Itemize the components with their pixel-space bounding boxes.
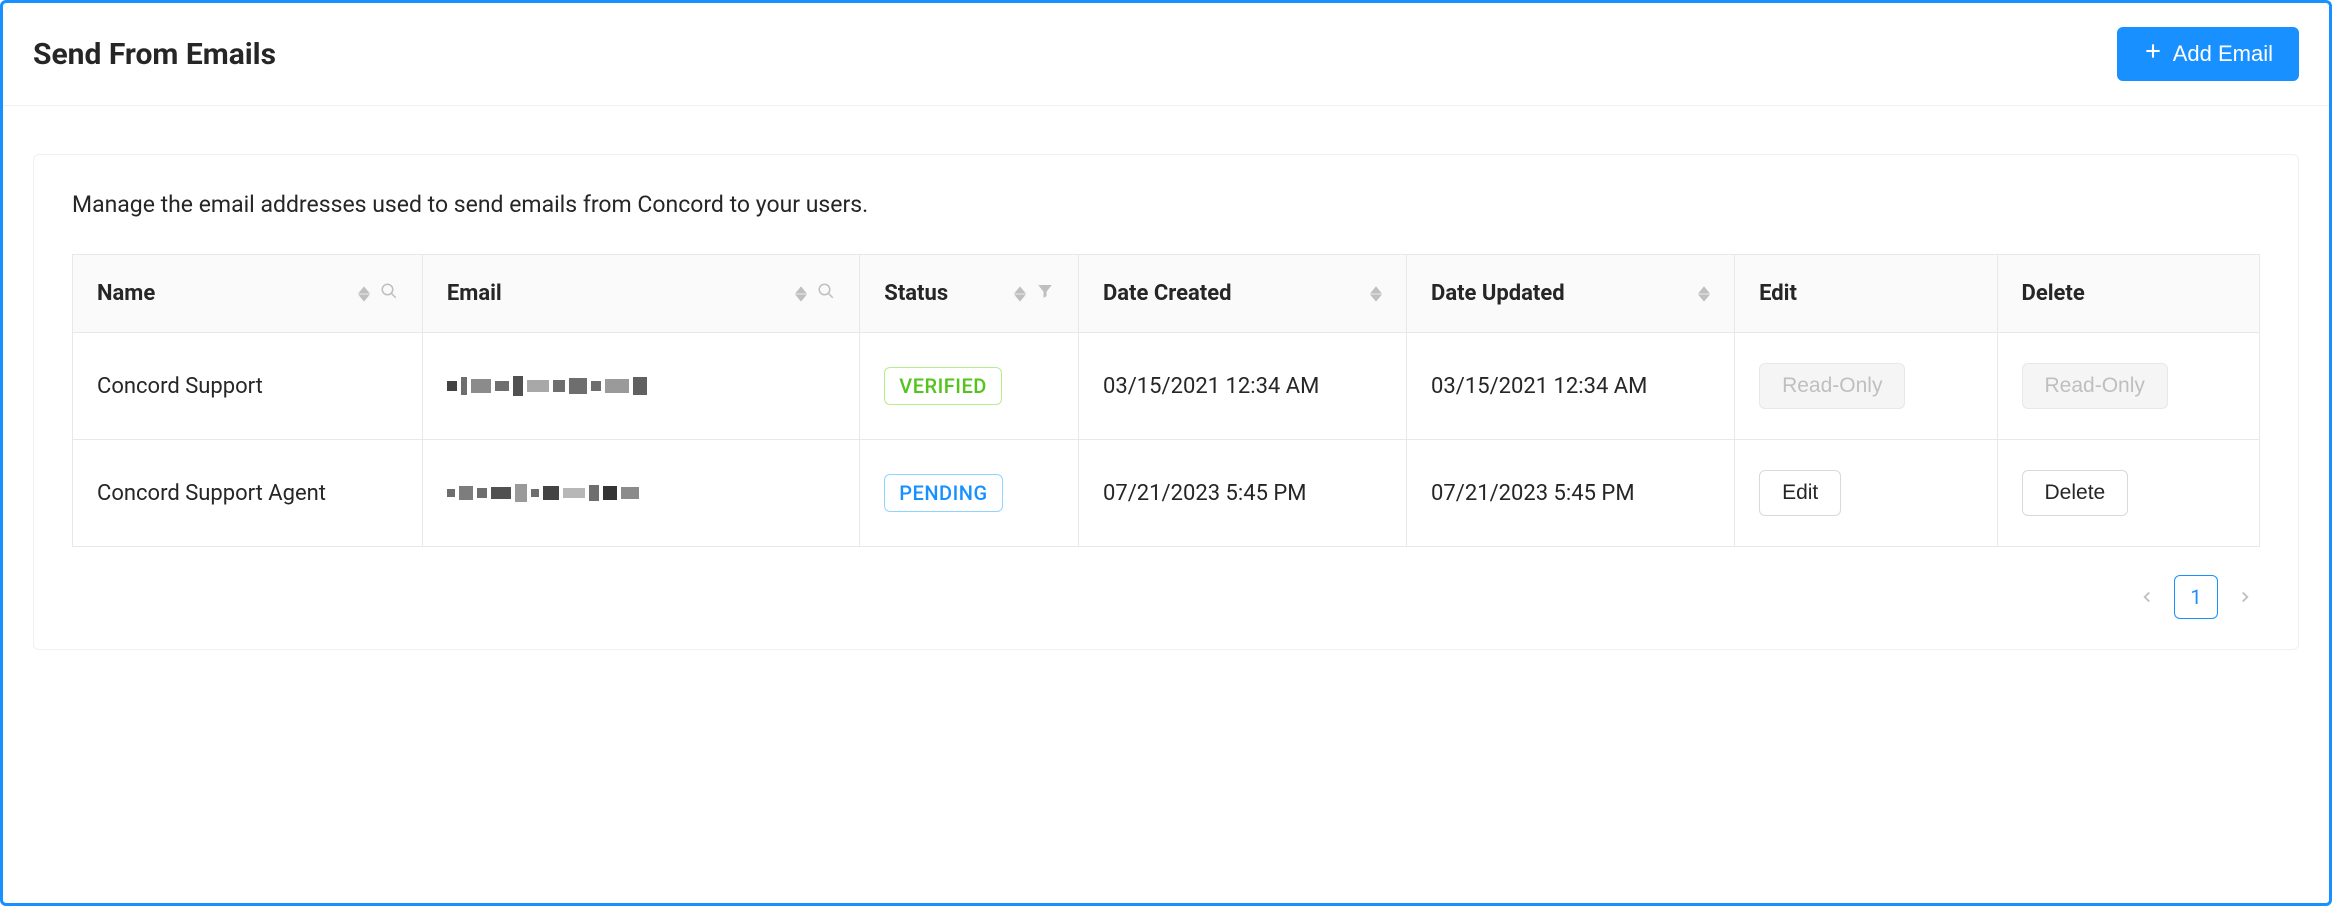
column-header-status[interactable]: Status [860,255,1079,333]
content-card: Manage the email addresses used to send … [33,154,2299,650]
cell-edit: Read-Only [1735,333,1997,440]
table-row: Concord Support [73,333,2260,440]
cell-date-updated: 07/21/2023 5:45 PM [1407,440,1735,547]
sort-icon[interactable] [358,286,370,302]
column-label: Email [447,281,502,306]
cell-email [422,440,859,547]
column-header-date-updated[interactable]: Date Updated [1407,255,1735,333]
status-badge: VERIFIED [884,367,1002,405]
cell-delete: Read-Only [1997,333,2259,440]
sort-icon[interactable] [1370,286,1382,302]
column-label: Name [97,281,155,306]
next-page-button[interactable] [2236,588,2254,606]
column-label: Delete [2022,281,2085,306]
prev-page-button[interactable] [2138,588,2156,606]
add-email-button[interactable]: Add Email [2117,27,2299,81]
page-title: Send From Emails [33,37,276,72]
sort-icon[interactable] [795,286,807,302]
filter-icon[interactable] [1036,281,1054,306]
sort-icon[interactable] [1014,286,1026,302]
cell-name: Concord Support [73,333,423,440]
column-label: Date Created [1103,281,1231,306]
column-header-edit: Edit [1735,255,1997,333]
cell-delete: Delete [1997,440,2259,547]
redacted-email [447,373,747,399]
sort-icon[interactable] [1698,286,1710,302]
status-badge: PENDING [884,474,1002,512]
cell-name: Concord Support Agent [73,440,423,547]
column-header-email[interactable]: Email [422,255,859,333]
pagination: 1 [72,575,2260,619]
column-label: Date Updated [1431,281,1565,306]
delete-button-disabled: Read-Only [2022,363,2168,409]
redacted-email [447,480,747,506]
column-header-date-created[interactable]: Date Created [1078,255,1406,333]
cell-status: PENDING [860,440,1079,547]
cell-email [422,333,859,440]
cell-date-created: 03/15/2021 12:34 AM [1078,333,1406,440]
search-icon[interactable] [380,281,398,306]
emails-table: Name Email [72,254,2260,547]
column-label: Edit [1759,281,1797,306]
edit-button-disabled: Read-Only [1759,363,1905,409]
page-number-current[interactable]: 1 [2174,575,2218,619]
table-row: Concord Support Agent [73,440,2260,547]
edit-button[interactable]: Edit [1759,470,1841,516]
delete-button[interactable]: Delete [2022,470,2129,516]
description-text: Manage the email addresses used to send … [72,191,2260,218]
cell-date-updated: 03/15/2021 12:34 AM [1407,333,1735,440]
search-icon[interactable] [817,281,835,306]
cell-status: VERIFIED [860,333,1079,440]
add-email-button-label: Add Email [2173,41,2273,67]
column-header-name[interactable]: Name [73,255,423,333]
plus-icon [2143,41,2163,67]
column-header-delete: Delete [1997,255,2259,333]
column-label: Status [884,281,948,306]
page-header: Send From Emails Add Email [3,3,2329,106]
cell-date-created: 07/21/2023 5:45 PM [1078,440,1406,547]
cell-edit: Edit [1735,440,1997,547]
